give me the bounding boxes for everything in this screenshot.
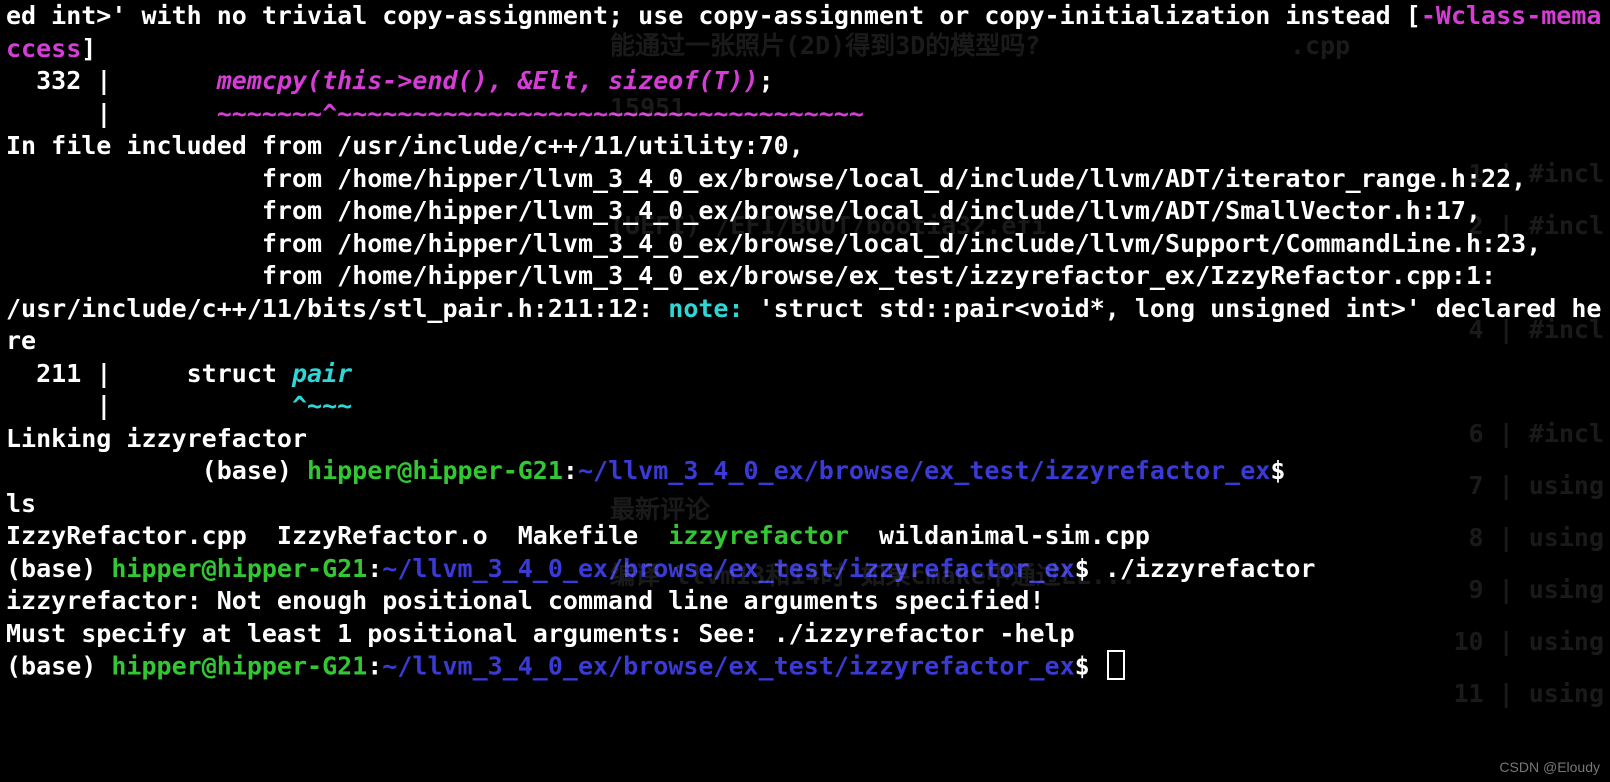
prompt3-base: (base) <box>6 651 111 680</box>
prompt1-colon: : <box>563 456 578 485</box>
inc-pad4: from <box>6 229 337 258</box>
warn-msg: with no trivial copy-assignment; use cop… <box>126 1 1420 30</box>
warn-close: ] <box>81 34 96 63</box>
inc-l3c: , <box>1466 196 1481 225</box>
ls-f2: wildanimal-sim.cpp <box>849 521 1150 550</box>
warn-code: memcpy(this->end(), &Elt, sizeof(T)) <box>217 66 759 95</box>
inc-l5b: /home/hipper/llvm_3_4_0_ex/browse/ex_tes… <box>337 261 1481 290</box>
prompt2-base: (base) <box>6 554 111 583</box>
ls-f1: IzzyRefactor.cpp IzzyRefactor.o Makefile <box>6 521 668 550</box>
ghost-using11: 11 | using <box>1453 678 1604 711</box>
err1: izzyrefactor: Not enough positional comm… <box>6 586 1045 615</box>
ls-cmd: ls <box>6 489 36 518</box>
note-caret-pad: | <box>6 391 292 420</box>
inc-l5c: : <box>1481 261 1496 290</box>
inc-pad5: from <box>6 261 337 290</box>
err2: Must specify at least 1 positional argum… <box>6 619 1075 648</box>
note-type: struct std::pair<void*, long unsigned in… <box>774 294 1406 323</box>
inc-l2b: /home/hipper/llvm_3_4_0_ex/browse/local_… <box>337 164 1511 193</box>
cursor[interactable] <box>1107 650 1125 680</box>
prompt2-path: ~/llvm_3_4_0_ex/browse/ex_test/izzyrefac… <box>382 554 1074 583</box>
note-code: pair <box>292 359 352 388</box>
note-loc: /usr/include/c++/11/bits/stl_pair.h:211:… <box>6 294 668 323</box>
ls-exe: izzyrefactor <box>668 521 849 550</box>
note-tag: note: <box>668 294 743 323</box>
note-caret: ^~~~ <box>292 391 352 420</box>
inc-l1c: , <box>789 131 804 160</box>
prompt3-dollar: $ <box>1075 651 1090 680</box>
prompt1-userhost: hipper@hipper-G21 <box>307 456 563 485</box>
prompt2-userhost: hipper@hipper-G21 <box>111 554 367 583</box>
watermark: CSDN @Eloudy <box>1499 758 1600 776</box>
prompt3-colon: : <box>367 651 382 680</box>
note-lineno: 211 | struct <box>6 359 292 388</box>
prompt1-path: ~/llvm_3_4_0_ex/browse/ex_test/izzyrefac… <box>578 456 1270 485</box>
warn-lineno: 332 | <box>6 66 217 95</box>
warn-head: ed int>' <box>6 1 126 30</box>
inc-l3b: /home/hipper/llvm_3_4_0_ex/browse/local_… <box>337 196 1466 225</box>
prompt1-dollar: $ <box>1270 456 1285 485</box>
prompt3-path: ~/llvm_3_4_0_ex/browse/ex_test/izzyrefac… <box>382 651 1074 680</box>
prompt3-userhost: hipper@hipper-G21 <box>111 651 367 680</box>
warn-caret: ~~~~~~~^~~~~~~~~~~~~~~~~~~~~~~~~~~~~~~~~… <box>217 99 864 128</box>
prompt1-gap <box>6 456 202 485</box>
inc-l4c: , <box>1526 229 1541 258</box>
note-msg1: ' <box>744 294 774 323</box>
prompt1-base: (base) <box>202 456 307 485</box>
inc-l4b: /home/hipper/llvm_3_4_0_ex/browse/local_… <box>337 229 1526 258</box>
warn-caret-pad: | <box>6 99 217 128</box>
warn-semi: ; <box>759 66 774 95</box>
inc-l1b: /usr/include/c++/11/utility:70 <box>337 131 789 160</box>
inc-pad3: from <box>6 196 337 225</box>
inc-l1a: In file included from <box>6 131 337 160</box>
prompt2-dollar: $ <box>1075 554 1090 583</box>
inc-pad2: from <box>6 164 337 193</box>
linking: Linking izzyrefactor <box>6 424 307 453</box>
prompt2-colon: : <box>367 554 382 583</box>
inc-l2c: , <box>1511 164 1526 193</box>
terminal-output[interactable]: ed int>' with no trivial copy-assignment… <box>0 0 1610 683</box>
run-cmd: ./izzyrefactor <box>1090 554 1316 583</box>
